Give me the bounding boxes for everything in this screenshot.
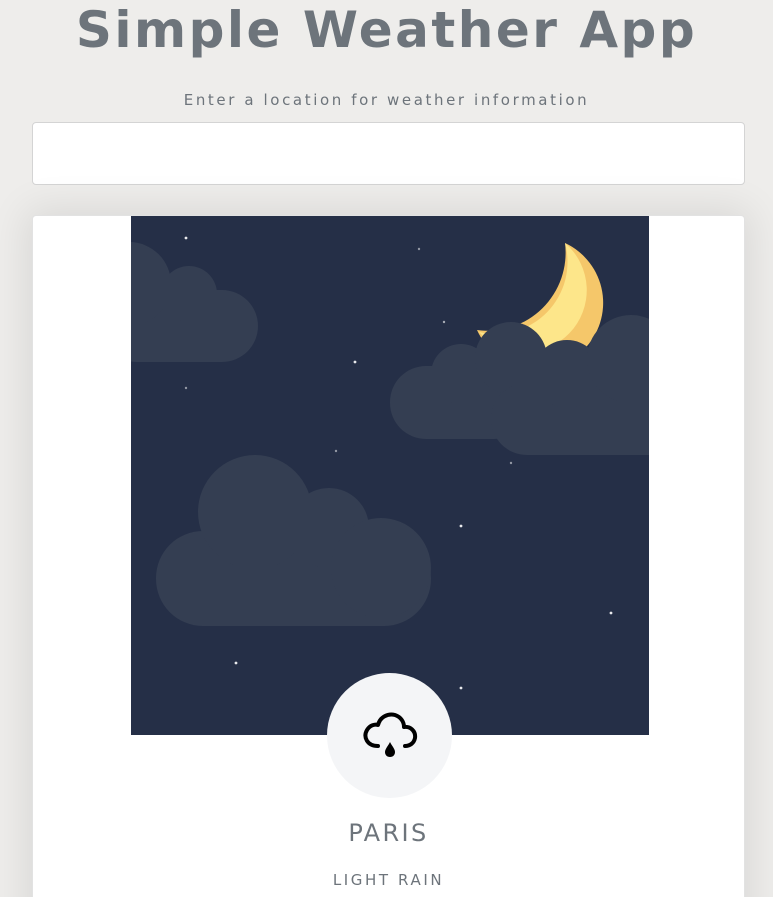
app-title: Simple Weather App [75,1,698,59]
weather-condition: LIGHT RAIN [332,871,445,889]
search-label: Enter a location for weather information [183,91,590,109]
cloud-rain-icon [363,712,417,757]
weather-card: PARIS LIGHT RAIN [32,215,745,897]
location-input[interactable] [32,122,745,185]
weather-app-page: Simple Weather App Enter a location for … [0,0,773,897]
night-sky-illustration [131,216,649,735]
city-name: PARIS [348,819,429,847]
weather-icon-badge [327,673,452,798]
